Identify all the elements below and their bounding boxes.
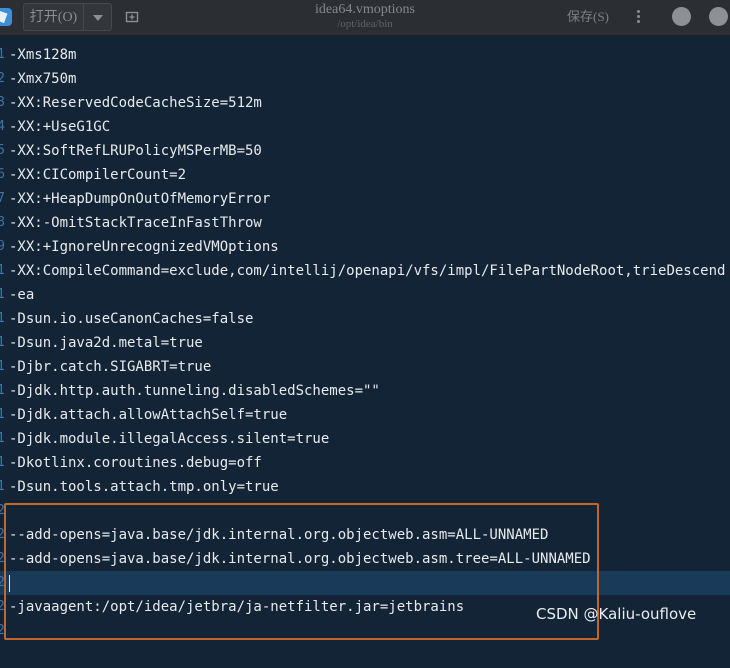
- line-number: 18: [0, 455, 5, 470]
- code-line[interactable]: -Djbr.catch.SIGABRT=true: [9, 355, 211, 379]
- line-number: 10: [0, 263, 5, 278]
- code-line[interactable]: -XX:ReservedCodeCacheSize=512m: [9, 91, 262, 115]
- line-number: 13: [0, 335, 5, 350]
- open-button[interactable]: 打开(O): [23, 3, 83, 31]
- line-number: 17: [0, 431, 5, 446]
- code-line[interactable]: -Dsun.java2d.metal=true: [9, 331, 203, 355]
- code-line[interactable]: -Dsun.io.useCanonCaches=false: [9, 307, 253, 331]
- line-number: 7: [0, 191, 5, 206]
- code-line[interactable]: -Djdk.module.illegalAccess.silent=true: [9, 427, 329, 451]
- code-line[interactable]: -Dkotlinx.coroutines.debug=off: [9, 451, 262, 475]
- minimize-button[interactable]: [672, 7, 691, 26]
- gedit-window: 打开(O) idea64.vmoptions /opt/idea/bin 保存(…: [0, 0, 730, 668]
- new-tab-icon[interactable]: [125, 9, 139, 23]
- line-number: 14: [0, 359, 5, 374]
- code-line[interactable]: -Djdk.http.auth.tunneling.disabledScheme…: [9, 379, 380, 403]
- line-number: 15: [0, 383, 5, 398]
- line-number: 4: [0, 119, 5, 134]
- code-line[interactable]: -XX:+IgnoreUnrecognizedVMOptions: [9, 235, 279, 259]
- line-number: 16: [0, 407, 5, 422]
- line-number: 11: [0, 287, 5, 302]
- code-line[interactable]: -XX:CICompilerCount=2: [9, 163, 186, 187]
- line-number: 8: [0, 215, 5, 230]
- document-path: /opt/idea/bin: [337, 18, 393, 30]
- line-number: 9: [0, 239, 5, 254]
- code-line[interactable]: -Xms128m: [9, 43, 76, 67]
- code-line[interactable]: -ea: [9, 283, 34, 307]
- line-number: 6: [0, 167, 5, 182]
- line-number: 1: [0, 47, 5, 62]
- code-line[interactable]: -XX:+UseG1GC: [9, 115, 110, 139]
- line-number: 5: [0, 143, 5, 158]
- code-line[interactable]: -Djdk.attach.allowAttachSelf=true: [9, 403, 287, 427]
- save-button[interactable]: 保存(S): [560, 3, 616, 31]
- header-bar: 打开(O) idea64.vmoptions /opt/idea/bin 保存(…: [0, 0, 730, 36]
- window-title: idea64.vmoptions /opt/idea/bin: [250, 0, 480, 31]
- code-line[interactable]: -XX:+HeapDumpOnOutOfMemoryError: [9, 187, 270, 211]
- annotation-highlight-box: [4, 503, 599, 640]
- line-number: 3: [0, 95, 5, 110]
- code-line[interactable]: -XX:CompileCommand=exclude,com/intellij/…: [9, 259, 725, 283]
- code-line[interactable]: -Xmx750m: [9, 67, 76, 91]
- app-icon: [0, 8, 12, 26]
- line-number: 2: [0, 71, 5, 86]
- line-number: 12: [0, 311, 5, 326]
- code-line[interactable]: -XX:-OmitStackTraceInFastThrow: [9, 211, 262, 235]
- code-line[interactable]: -Dsun.tools.attach.tmp.only=true: [9, 475, 279, 499]
- text-editor[interactable]: 1234567891011121314151617181920212223242…: [0, 36, 730, 668]
- watermark: CSDN @Kaliu-ouflove: [536, 605, 697, 623]
- code-line[interactable]: -XX:SoftRefLRUPolicyMSPerMB=50: [9, 139, 262, 163]
- line-number: 19: [0, 479, 5, 494]
- open-dropdown-button[interactable]: [83, 3, 112, 31]
- menu-kebab-icon[interactable]: [628, 8, 648, 26]
- close-button[interactable]: [709, 7, 728, 26]
- document-title: idea64.vmoptions: [315, 2, 415, 17]
